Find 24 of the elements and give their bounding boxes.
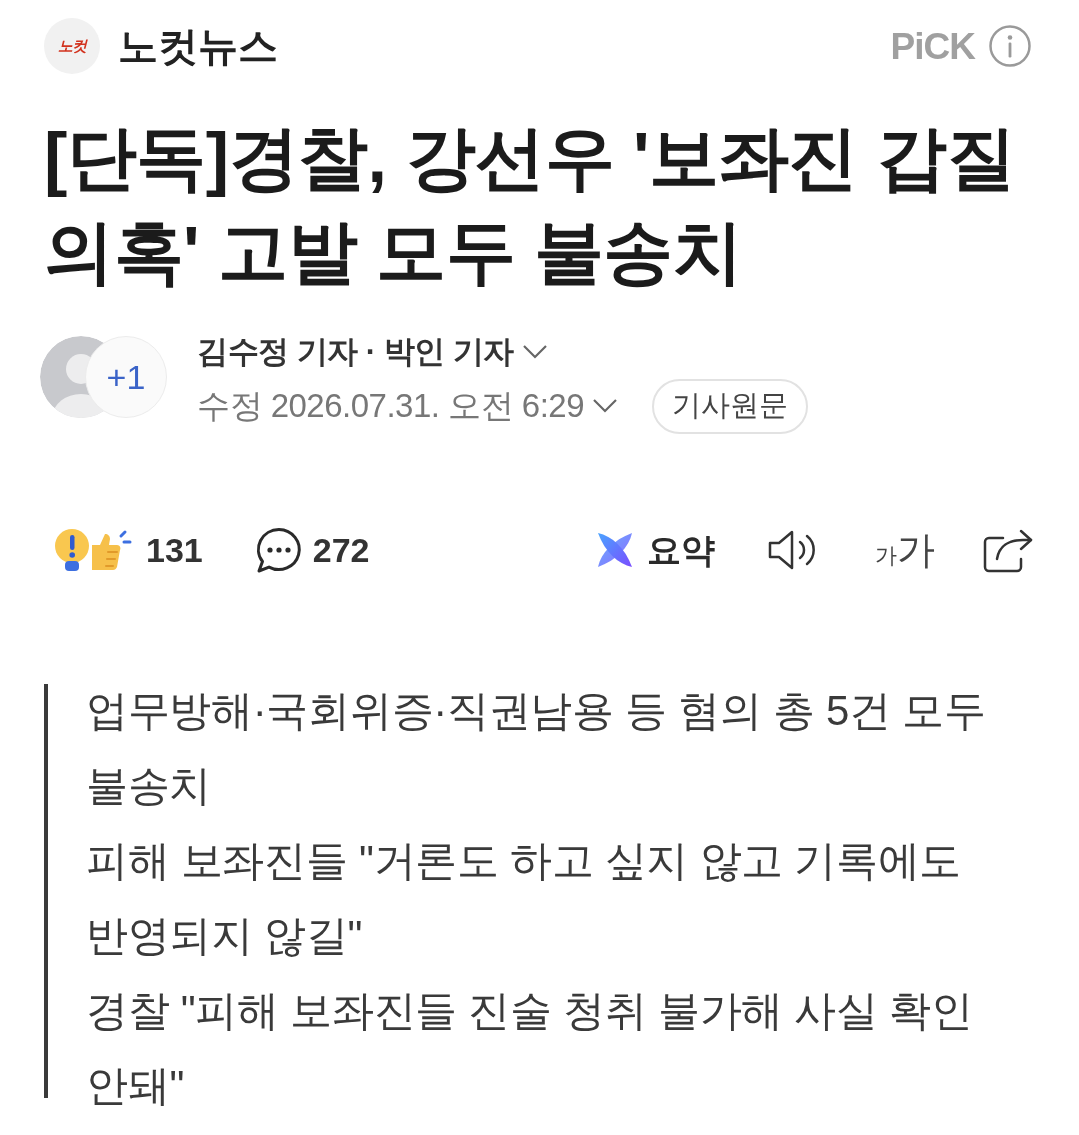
extra-authors-badge[interactable]: +1 xyxy=(85,336,167,418)
font-size-button[interactable]: 가가 xyxy=(875,531,935,569)
press-name[interactable]: 노컷뉴스 xyxy=(118,26,278,66)
summary-button[interactable]: 요약 xyxy=(595,524,715,576)
sparkle-x-icon xyxy=(595,530,635,570)
author-names: 김수정 기자 · 박인 기자 xyxy=(197,332,514,371)
summary-point: 피해 보좌진들 "거론도 하고 싶지 않고 기록에도 반영되지 않길" xyxy=(86,836,963,961)
comment-button[interactable]: 272 xyxy=(254,524,370,576)
press-logo[interactable]: 노컷 xyxy=(44,18,100,74)
info-icon[interactable] xyxy=(989,25,1031,67)
share-button[interactable] xyxy=(983,527,1035,573)
summary-point: 업무방해·국회위증·직권남용 등 혐의 총 5건 모두 불송치 xyxy=(86,686,987,811)
share-icon xyxy=(983,527,1035,573)
original-article-button[interactable]: 기사원문 xyxy=(652,378,809,434)
headline: [단독]경찰, 강선우 '보좌진 갑질 의혹' 고발 모두 불송치 xyxy=(44,118,1017,293)
chevron-down-icon xyxy=(592,398,619,414)
timestamp-expand-button[interactable] xyxy=(592,398,619,414)
article-timestamp: 수정 2026.07.31. 오전 6:29 xyxy=(197,386,585,427)
authors-expand-button[interactable] xyxy=(521,344,548,360)
summary-point: 경찰 "피해 보좌진들 진술 청취 불가해 사실 확인 안돼" xyxy=(86,986,974,1111)
speech-bubble-icon xyxy=(254,526,303,574)
reaction-button[interactable]: 131 xyxy=(50,524,203,576)
pick-label: PiCK xyxy=(890,27,975,65)
chevron-down-icon xyxy=(521,344,548,360)
